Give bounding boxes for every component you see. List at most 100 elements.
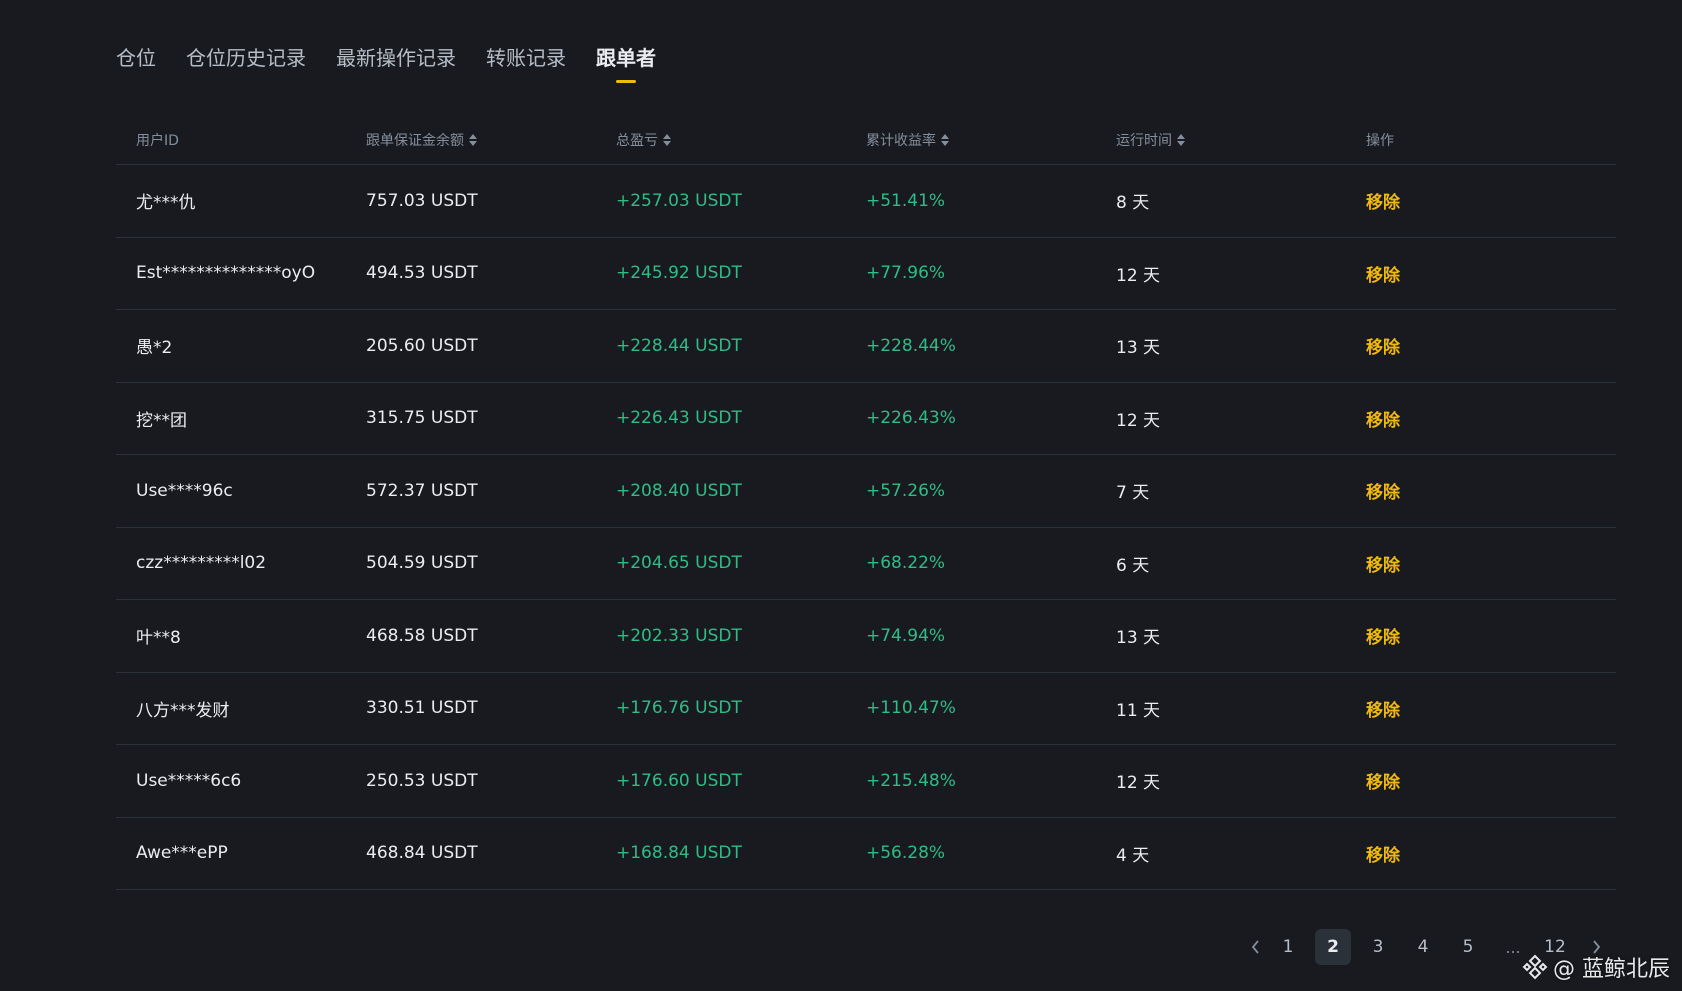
cell-total-pnl: +228.44 USDT <box>616 335 742 356</box>
cell-running-time: 13 天 <box>1116 628 1161 649</box>
header-margin-balance[interactable]: 跟单保证金余额 <box>366 130 616 150</box>
header-cumulative-roi[interactable]: 累计收益率 <box>866 130 1116 150</box>
cell-cumulative-roi: +226.43% <box>866 408 956 429</box>
cell-user-id: Use*****6c6 <box>136 770 242 791</box>
table-row: Awe***ePP 468.84 USDT +168.84 USDT +56.2… <box>116 818 1616 890</box>
cell-margin-balance: 572.37 USDT <box>366 480 478 501</box>
watermark-text: @ 蓝鲸北辰 <box>1553 957 1670 982</box>
cell-user-id: Awe***ePP <box>136 843 228 864</box>
cell-total-pnl: +176.60 USDT <box>616 770 742 791</box>
cell-user-id: 叶**8 <box>136 628 181 649</box>
header-cumulative-roi-label: 累计收益率 <box>866 133 936 149</box>
cell-running-time: 4 天 <box>1116 845 1150 866</box>
cell-cumulative-roi: +74.94% <box>866 625 946 646</box>
remove-button[interactable]: 移除 <box>1366 338 1400 358</box>
remove-button[interactable]: 移除 <box>1366 701 1400 721</box>
cell-running-time: 6 天 <box>1116 555 1150 576</box>
cell-margin-balance: 205.60 USDT <box>366 335 478 356</box>
cell-user-id: Est**************oyO <box>136 263 316 284</box>
remove-button[interactable]: 移除 <box>1366 266 1400 286</box>
remove-button[interactable]: 移除 <box>1366 556 1400 576</box>
tab-bar: 仓位 仓位历史记录 最新操作记录 转账记录 跟单者 <box>116 42 656 85</box>
tab-latest-operations[interactable]: 最新操作记录 <box>336 42 456 85</box>
remove-button[interactable]: 移除 <box>1366 483 1400 503</box>
cell-cumulative-roi: +228.44% <box>866 335 956 356</box>
tab-positions[interactable]: 仓位 <box>116 42 156 85</box>
cell-running-time: 8 天 <box>1116 193 1150 214</box>
sort-icon[interactable] <box>469 134 477 146</box>
page-button-1[interactable]: 1 <box>1270 929 1306 965</box>
sort-icon[interactable] <box>941 134 949 146</box>
header-margin-balance-label: 跟单保证金余额 <box>366 133 464 149</box>
cell-running-time: 12 天 <box>1116 410 1161 431</box>
table-row: Use****96c 572.37 USDT +208.40 USDT +57.… <box>116 455 1616 528</box>
page-button-3[interactable]: 3 <box>1360 929 1396 965</box>
table-row: 愚*2 205.60 USDT +228.44 USDT +228.44% 13… <box>116 310 1616 383</box>
remove-button[interactable]: 移除 <box>1366 628 1400 648</box>
cell-running-time: 11 天 <box>1116 700 1161 721</box>
tab-position-history[interactable]: 仓位历史记录 <box>186 42 306 85</box>
table-row: 挖**团 315.75 USDT +226.43 USDT +226.43% 1… <box>116 383 1616 455</box>
cell-total-pnl: +257.03 USDT <box>616 190 742 211</box>
cell-cumulative-roi: +68.22% <box>866 553 946 574</box>
cell-cumulative-roi: +77.96% <box>866 263 946 284</box>
table-row: czz*********l02 504.59 USDT +204.65 USDT… <box>116 528 1616 600</box>
table-row: 尤***仇 757.03 USDT +257.03 USDT +51.41% 8… <box>116 165 1616 238</box>
cell-total-pnl: +202.33 USDT <box>616 625 742 646</box>
cell-user-id: 八方***发财 <box>136 700 230 721</box>
cell-cumulative-roi: +51.41% <box>866 190 946 211</box>
cell-margin-balance: 757.03 USDT <box>366 190 478 211</box>
cell-margin-balance: 504.59 USDT <box>366 553 478 574</box>
cell-user-id: 尤***仇 <box>136 193 196 214</box>
header-action: 操作 <box>1366 130 1616 150</box>
cell-running-time: 12 天 <box>1116 265 1161 286</box>
cell-total-pnl: +204.65 USDT <box>616 553 742 574</box>
page-button-2[interactable]: 2 <box>1315 929 1351 965</box>
binance-logo-icon <box>1522 954 1548 980</box>
cell-total-pnl: +176.76 USDT <box>616 698 742 719</box>
cell-total-pnl: +168.84 USDT <box>616 843 742 864</box>
cell-cumulative-roi: +56.28% <box>866 843 946 864</box>
header-total-pnl-label: 总盈亏 <box>616 133 658 149</box>
cell-cumulative-roi: +215.48% <box>866 770 956 791</box>
remove-button[interactable]: 移除 <box>1366 773 1400 793</box>
header-total-pnl[interactable]: 总盈亏 <box>616 130 866 150</box>
cell-running-time: 12 天 <box>1116 773 1161 794</box>
tab-transfer-records[interactable]: 转账记录 <box>486 42 566 85</box>
page-button-5[interactable]: 5 <box>1450 929 1486 965</box>
header-running-time-label: 运行时间 <box>1116 133 1172 149</box>
cell-margin-balance: 330.51 USDT <box>366 698 478 719</box>
sort-icon[interactable] <box>1177 134 1185 146</box>
header-user-id-label: 用户ID <box>136 133 179 149</box>
cell-cumulative-roi: +110.47% <box>866 698 956 719</box>
chevron-left-icon <box>1251 940 1259 954</box>
table-row: 叶**8 468.58 USDT +202.33 USDT +74.94% 13… <box>116 600 1616 673</box>
cell-running-time: 13 天 <box>1116 338 1161 359</box>
header-action-label: 操作 <box>1366 133 1394 149</box>
cell-user-id: Use****96c <box>136 480 233 501</box>
table-row: 八方***发财 330.51 USDT +176.76 USDT +110.47… <box>116 673 1616 745</box>
prev-page-button[interactable] <box>1242 929 1270 965</box>
table-header: 用户ID 跟单保证金余额 总盈亏 累计收益率 运行时间 操作 <box>116 116 1616 165</box>
cell-user-id: 愚*2 <box>136 338 173 359</box>
tab-copy-traders[interactable]: 跟单者 <box>596 42 656 85</box>
cell-margin-balance: 250.53 USDT <box>366 770 478 791</box>
page-button-4[interactable]: 4 <box>1405 929 1441 965</box>
cell-user-id: czz*********l02 <box>136 553 267 574</box>
sort-icon[interactable] <box>663 134 671 146</box>
cell-margin-balance: 315.75 USDT <box>366 408 478 429</box>
remove-button[interactable]: 移除 <box>1366 193 1400 213</box>
watermark: @ 蓝鲸北辰 <box>1521 951 1670 983</box>
cell-cumulative-roi: +57.26% <box>866 480 946 501</box>
cell-margin-balance: 468.84 USDT <box>366 843 478 864</box>
header-user-id: 用户ID <box>116 130 366 150</box>
cell-margin-balance: 468.58 USDT <box>366 625 478 646</box>
remove-button[interactable]: 移除 <box>1366 411 1400 431</box>
cell-total-pnl: +226.43 USDT <box>616 408 742 429</box>
cell-user-id: 挖**团 <box>136 410 187 431</box>
header-running-time[interactable]: 运行时间 <box>1116 130 1366 150</box>
table-row: Est**************oyO 494.53 USDT +245.92… <box>116 238 1616 310</box>
cell-running-time: 7 天 <box>1116 483 1150 504</box>
cell-total-pnl: +245.92 USDT <box>616 263 742 284</box>
remove-button[interactable]: 移除 <box>1366 846 1400 866</box>
